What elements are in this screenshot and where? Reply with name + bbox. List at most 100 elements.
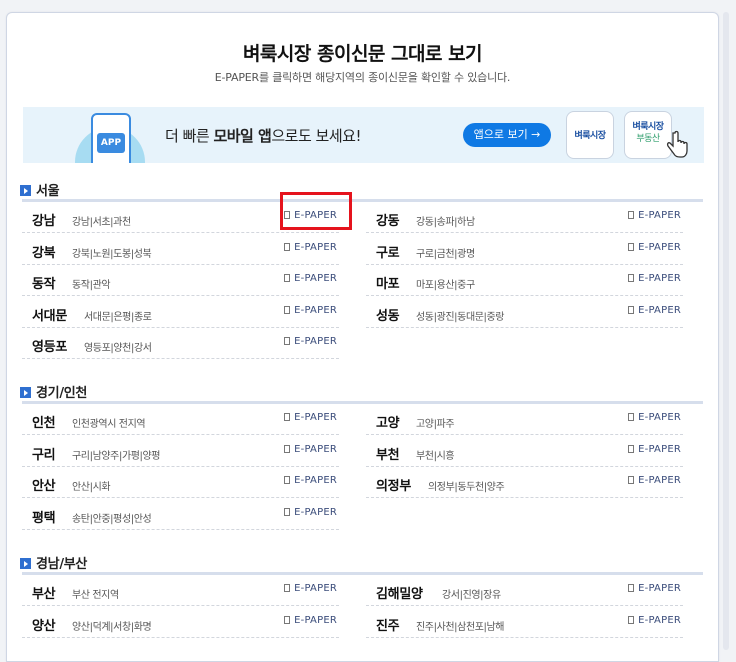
- region-name: 강동: [376, 214, 400, 229]
- region-areas: 부천|시흥: [416, 450, 455, 462]
- region-name: 강북: [32, 245, 56, 261]
- region-areas: 강남|서초|과천: [72, 217, 131, 228]
- region-name: 마포: [376, 277, 400, 292]
- region-name: 고양: [376, 416, 400, 431]
- region-name: 김해밀양: [376, 587, 423, 602]
- scrollbar[interactable]: [720, 12, 732, 650]
- document-icon: [284, 305, 291, 314]
- region-row: 성동 성동|광진|동대문|중랑 E-PAPER: [366, 302, 683, 328]
- region-areas: 안산|시화: [72, 482, 111, 493]
- epaper-link[interactable]: E-PAPER: [284, 444, 337, 455]
- epaper-link[interactable]: E-PAPER: [628, 444, 681, 455]
- region-name: 구로: [376, 245, 400, 261]
- document-icon: [284, 584, 291, 592]
- region-row: 영등포 영등포|양천|강서 E-PAPER: [22, 333, 339, 359]
- region-areas: 영등포|양천|강서: [84, 343, 152, 354]
- epaper-link[interactable]: E-PAPER: [284, 475, 337, 486]
- region-name: 평택: [32, 510, 56, 526]
- epaper-link[interactable]: E-PAPER: [628, 475, 681, 486]
- region-row: 진주 진주|사천|삼천포|남해 E-PAPER: [366, 612, 683, 638]
- epaper-label: E-PAPER: [294, 475, 337, 486]
- app-banner: APP 더 빠른 모바일 앱으로도 보세요! 앱으로 보기 → 벼룩시장 벼룩시…: [23, 107, 704, 163]
- epaper-link[interactable]: E-PAPER: [284, 412, 337, 423]
- epaper-link[interactable]: E-PAPER: [284, 273, 337, 284]
- region-name: 인천: [32, 416, 56, 431]
- epaper-link[interactable]: E-PAPER: [284, 242, 337, 253]
- region-row: 서대문 서대문|은평|종로 E-PAPER: [22, 302, 339, 328]
- epaper-label: E-PAPER: [638, 304, 681, 316]
- region-name: 서대문: [32, 308, 67, 324]
- epaper-label: E-PAPER: [294, 614, 337, 626]
- epaper-link[interactable]: E-PAPER: [284, 615, 337, 626]
- section-heading: 경기/인천: [20, 382, 87, 401]
- region-name: 동작: [32, 277, 56, 292]
- region-areas: 고양|파주: [416, 419, 455, 430]
- page-title: 벼룩시장 종이신문 그대로 보기: [242, 43, 483, 65]
- document-icon: [284, 507, 291, 516]
- phone-icon: APP: [91, 113, 131, 163]
- epaper-link[interactable]: E-PAPER: [284, 583, 337, 594]
- region-areas: 서대문|은평|종로: [84, 311, 152, 323]
- epaper-link[interactable]: E-PAPER: [628, 615, 681, 626]
- epaper-link[interactable]: E-PAPER: [628, 210, 681, 221]
- document-icon: [628, 584, 635, 592]
- scrollbar-thumb[interactable]: [723, 12, 729, 650]
- document-icon: [284, 615, 291, 624]
- region-row: 의정부 의정부|동두천|양주 E-PAPER: [366, 472, 683, 498]
- banner-text-bold: 모바일 앱: [213, 127, 272, 145]
- document-icon: [628, 305, 635, 314]
- region-areas: 인천광역시 전지역: [72, 419, 146, 430]
- epaper-link[interactable]: E-PAPER: [628, 305, 681, 316]
- document-icon: [628, 211, 635, 219]
- region-name: 양산: [32, 618, 56, 634]
- epaper-label: E-PAPER: [294, 583, 337, 594]
- region-areas: 구리|남양주|가평|양평: [72, 450, 161, 462]
- epaper-link[interactable]: E-PAPER: [628, 273, 681, 284]
- region-name: 진주: [376, 618, 400, 634]
- epaper-link[interactable]: E-PAPER: [284, 507, 337, 518]
- region-name: 강남: [32, 214, 56, 229]
- region-areas: 부산 전지역: [72, 590, 119, 601]
- epaper-link[interactable]: E-PAPER: [628, 412, 681, 423]
- region-name: 부천: [376, 447, 400, 463]
- epaper-label: E-PAPER: [294, 443, 337, 455]
- region-row: 김해밀양 강서|진영|장유 E-PAPER: [366, 580, 683, 606]
- region-row: 부천 부천|시흥 E-PAPER: [366, 441, 683, 467]
- epaper-label: E-PAPER: [638, 241, 681, 253]
- region-name: 성동: [376, 308, 400, 324]
- epaper-link[interactable]: E-PAPER: [284, 336, 337, 347]
- section-title: 서울: [36, 184, 60, 199]
- byeoruk-app-logo[interactable]: 벼룩시장: [566, 111, 614, 159]
- epaper-label: E-PAPER: [638, 443, 681, 455]
- region-row: 구리 구리|남양주|가평|양평 E-PAPER: [22, 441, 339, 467]
- epaper-label: E-PAPER: [638, 475, 681, 486]
- section-title: 경기/인천: [36, 386, 88, 401]
- region-row: 평택 송탄|안중|평성|안성 E-PAPER: [22, 504, 339, 530]
- document-icon: [284, 476, 291, 484]
- region-areas: 양산|덕계|서창|화명: [72, 621, 152, 633]
- epaper-link[interactable]: E-PAPER: [628, 242, 681, 253]
- section-heading: 경남/부산: [20, 553, 87, 572]
- region-areas: 동작|관악: [72, 280, 111, 291]
- view-app-button[interactable]: 앱으로 보기 →: [463, 123, 551, 147]
- epaper-label: E-PAPER: [638, 412, 681, 423]
- region-row: 강동 강동|송파|하남 E-PAPER: [366, 207, 683, 233]
- region-name: 부산: [32, 587, 56, 602]
- epaper-label: E-PAPER: [294, 304, 337, 316]
- document-icon: [284, 444, 291, 453]
- region-areas: 성동|광진|동대문|중랑: [416, 311, 505, 323]
- pointer-hand-icon: [666, 130, 688, 158]
- region-row: 인천 인천광역시 전지역 E-PAPER: [22, 409, 339, 435]
- epaper-link[interactable]: E-PAPER: [284, 305, 337, 316]
- banner-text-prefix: 더 빠른: [165, 127, 214, 145]
- banner-text: 더 빠른 모바일 앱으로도 보세요!: [165, 125, 361, 146]
- region-name: 영등포: [32, 340, 67, 355]
- logo2-top: 벼룩시장: [632, 122, 664, 132]
- section-arrow-icon: [20, 558, 31, 569]
- epaper-link[interactable]: E-PAPER: [628, 583, 681, 594]
- highlight-box: [280, 192, 352, 230]
- document-icon: [284, 413, 291, 421]
- region-name: 의정부: [376, 479, 411, 494]
- region-areas: 구로|금천|광명: [416, 248, 475, 260]
- region-row: 안산 안산|시화 E-PAPER: [22, 472, 339, 498]
